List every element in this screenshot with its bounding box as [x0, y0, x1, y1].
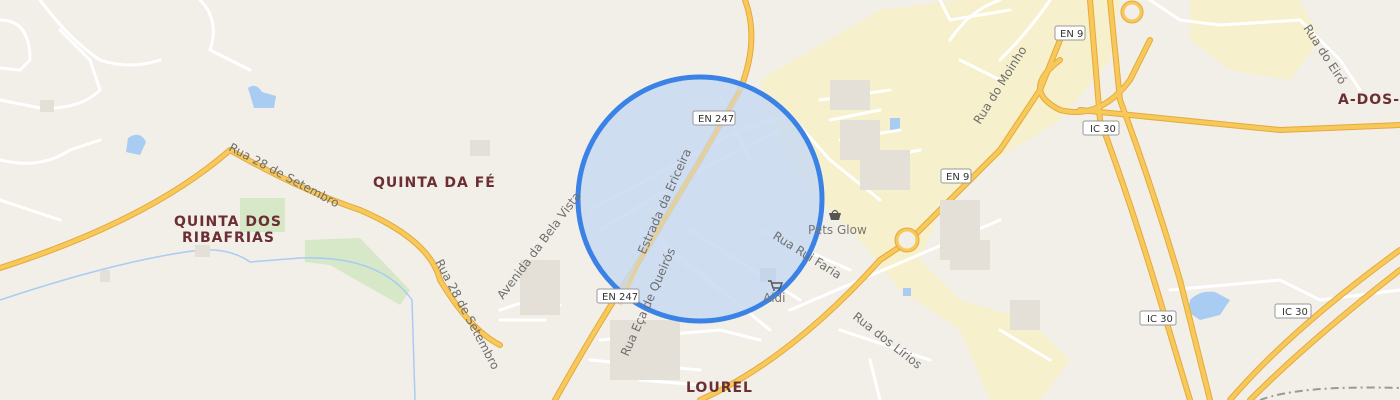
road-shield-en9-north: EN 9	[1054, 25, 1086, 41]
place-label-lourel: LOUREL	[686, 380, 753, 396]
road-shield-en247-south: EN 247	[596, 288, 640, 304]
place-label-ribafrias: RIBAFRIAS	[182, 230, 275, 246]
road-shield-ic30: IC 30	[1274, 303, 1312, 319]
svg-text:EN 9: EN 9	[946, 172, 969, 183]
place-label-quinta-dos: QUINTA DOS	[174, 214, 282, 230]
poi-label: Aldi	[763, 291, 786, 305]
svg-text:EN 247: EN 247	[602, 292, 638, 303]
water-body	[903, 288, 911, 296]
map-canvas[interactable]: QUINTA DA FÉ QUINTA DOS RIBAFRIAS LOUREL…	[0, 0, 1400, 400]
place-label-a-dos-c: A-DOS-C	[1338, 92, 1400, 108]
svg-text:IC 30: IC 30	[1090, 124, 1116, 135]
poi-label: Pets Glow	[808, 223, 867, 237]
svg-text:IC 30: IC 30	[1147, 314, 1173, 325]
svg-text:EN 9: EN 9	[1060, 29, 1083, 40]
road-shield-en247-north: EN 247	[692, 110, 736, 126]
place-label-quinta-da-fe: QUINTA DA FÉ	[373, 174, 496, 191]
road-shield-ic30: IC 30	[1082, 120, 1120, 136]
road-shield-ic30: IC 30	[1139, 310, 1177, 326]
svg-text:IC 30: IC 30	[1282, 307, 1308, 318]
water-body	[890, 118, 900, 130]
svg-text:EN 247: EN 247	[698, 114, 734, 125]
road-shield-en9-south: EN 9	[940, 168, 972, 184]
